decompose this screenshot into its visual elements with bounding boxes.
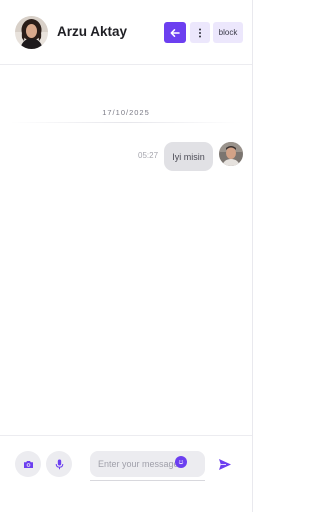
message-bubble[interactable]: Iyi misin	[164, 142, 213, 171]
send-icon	[219, 458, 231, 470]
back-button[interactable]	[164, 22, 186, 43]
camera-button[interactable]	[15, 451, 41, 477]
send-button[interactable]	[216, 455, 234, 473]
microphone-button[interactable]	[46, 451, 72, 477]
emoji-button[interactable]	[175, 456, 187, 468]
sender-avatar	[219, 142, 243, 166]
more-vertical-icon	[199, 28, 201, 37]
message-input[interactable]	[90, 451, 205, 477]
chat-window: Arzu Aktay block 17/10/2025 05:27 Iyi mi…	[0, 0, 253, 512]
date-divider	[10, 122, 242, 123]
more-options-button[interactable]	[190, 22, 210, 43]
message-field	[90, 451, 205, 477]
chat-header: Arzu Aktay block	[0, 0, 252, 65]
camera-icon	[23, 460, 33, 468]
microphone-icon	[55, 459, 63, 469]
contact-name: Arzu Aktay	[57, 24, 128, 39]
smiley-icon	[178, 460, 184, 465]
block-button[interactable]: block	[213, 22, 243, 43]
contact-avatar[interactable]	[15, 16, 48, 49]
message-composer	[0, 435, 252, 512]
date-separator: 17/10/2025	[102, 108, 150, 117]
input-underline	[90, 480, 205, 481]
message-time: 05:27	[138, 151, 159, 160]
arrow-left-icon	[170, 28, 180, 37]
